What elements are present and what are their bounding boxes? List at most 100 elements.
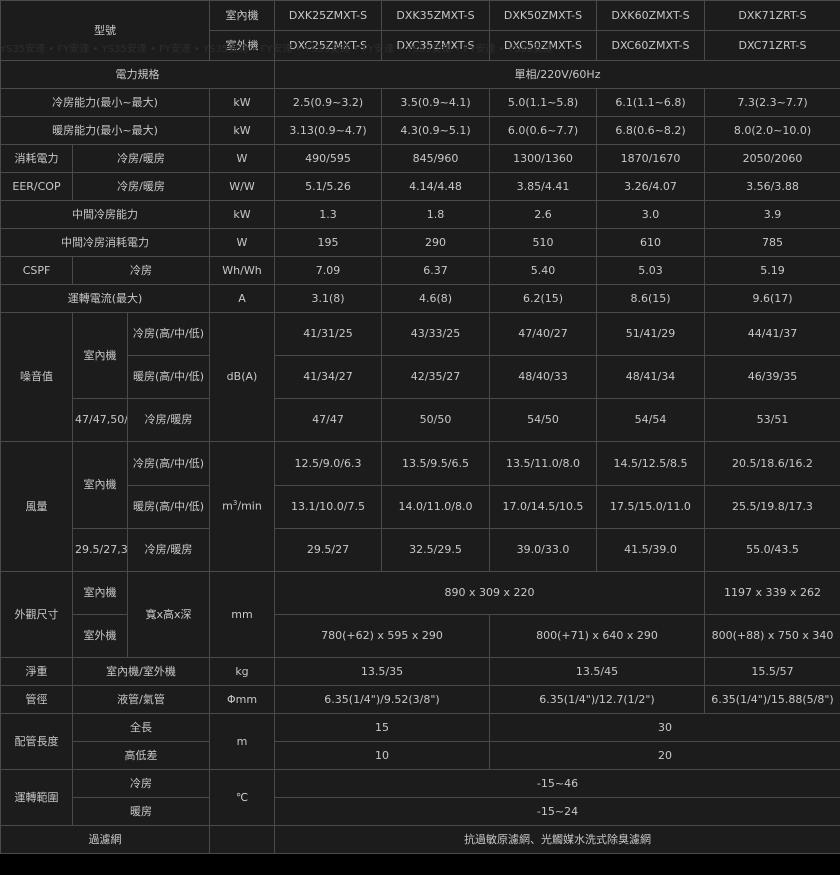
spec-value: 41/31/25	[274, 312, 382, 356]
spec-value: -15~24	[274, 797, 840, 826]
spec-value: -15~46	[274, 769, 840, 798]
spec-value: 51/41/29	[596, 312, 705, 356]
unit: kW	[209, 200, 275, 229]
indoor-unit-label: 室內機	[209, 0, 275, 31]
pipe-length-label: 配管長度	[0, 713, 73, 770]
indoor-model: DXK60ZMXT-S	[596, 0, 705, 31]
spec-value: 20	[489, 741, 840, 770]
heating-capacity-label: 暖房能力(最小~最大)	[0, 116, 210, 145]
spec-value: 29.5/27	[274, 528, 382, 572]
outdoor-unit-label: 室外機	[209, 30, 275, 61]
spec-table: 型號 室內機 DXK25ZMXT-S DXK35ZMXT-S DXK50ZMXT…	[0, 0, 840, 854]
spec-value: 48/40/33	[489, 355, 597, 399]
cspf-label: CSPF	[0, 256, 73, 285]
spec-value: 47/47	[274, 398, 382, 442]
spec-value: 1.8	[381, 200, 490, 229]
spec-value: 6.8(0.6~8.2)	[596, 116, 705, 145]
spec-value: 4.6(8)	[381, 284, 490, 313]
filter-label: 過濾網	[0, 825, 210, 854]
spec-value: 9.6(17)	[704, 284, 840, 313]
spec-value: 4.3(0.9~5.1)	[381, 116, 490, 145]
spec-value: 290	[381, 228, 490, 257]
spec-value: 32.5/29.5	[381, 528, 490, 572]
spec-value: 3.1(8)	[274, 284, 382, 313]
cool-hml-label: 冷房(高/中/低)	[127, 441, 210, 486]
spec-value: 780(+62) x 595 x 290	[274, 614, 490, 658]
spec-value: 3.56/3.88	[704, 172, 840, 201]
spec-value: 195	[274, 228, 382, 257]
spec-value: 610	[596, 228, 705, 257]
outdoor-model: DXC25ZMXT-S	[274, 30, 382, 61]
spec-value: 44/41/37	[704, 312, 840, 356]
spec-value: 1300/1360	[489, 144, 597, 173]
spec-value: 785	[704, 228, 840, 257]
spec-value: 890 x 309 x 220	[274, 571, 705, 615]
cooling-label: 冷房	[72, 769, 210, 798]
spec-value: 6.37	[381, 256, 490, 285]
outdoor-unit-label: 29.5/27,32.5/29.5,39.0/33.0,41.5/39.0,55…	[72, 528, 128, 572]
spec-value: 54/54	[596, 398, 705, 442]
outdoor-unit-label: 47/47,50/50,54/50,54/54,53/51	[72, 398, 128, 442]
spec-value: 845/960	[381, 144, 490, 173]
spec-value: 55.0/43.5	[704, 528, 840, 572]
spec-value: 42/35/27	[381, 355, 490, 399]
spec-value: 5.1/5.26	[274, 172, 382, 201]
unit: W/W	[209, 172, 275, 201]
spec-value: 2.5(0.9~3.2)	[274, 88, 382, 117]
spec-value: 6.2(15)	[489, 284, 597, 313]
running-current-label: 運轉電流(最大)	[0, 284, 210, 313]
heat-hml-label: 暖房(高/中/低)	[127, 485, 210, 529]
spec-value: 3.9	[704, 200, 840, 229]
power-consumption-label: 消耗電力	[0, 144, 73, 173]
weight-label: 淨重	[0, 657, 73, 686]
sub-label: 冷房/暖房	[72, 172, 210, 201]
spec-value: 3.0	[596, 200, 705, 229]
cooling-capacity-label: 冷房能力(最小~最大)	[0, 88, 210, 117]
spec-value: 6.1(1.1~6.8)	[596, 88, 705, 117]
sub-label: 冷房/暖房	[72, 144, 210, 173]
spec-value: 510	[489, 228, 597, 257]
spec-value: 2050/2060	[704, 144, 840, 173]
spec-value: 12.5/9.0/6.3	[274, 441, 382, 486]
unit: Φmm	[209, 685, 275, 714]
spec-value: 4.14/4.48	[381, 172, 490, 201]
spec-value: 47/40/27	[489, 312, 597, 356]
spec-value: 6.35(1/4")/12.7(1/2")	[489, 685, 705, 714]
spec-value: 抗過敏原濾網、光觸媒水洗式除臭濾網	[274, 825, 840, 854]
spec-value: 5.40	[489, 256, 597, 285]
spec-value: 41/34/27	[274, 355, 382, 399]
spec-value: 15	[274, 713, 490, 742]
noise-label: 噪音值	[0, 312, 73, 442]
spec-value: 7.09	[274, 256, 382, 285]
spec-value: 30	[489, 713, 840, 742]
unit: W	[209, 228, 275, 257]
airflow-unit: m3/min	[209, 441, 275, 572]
pipe-diameter-label: 管徑	[0, 685, 73, 714]
spec-value: 13.1/10.0/7.5	[274, 485, 382, 529]
spec-value: 3.85/4.41	[489, 172, 597, 201]
sub-label: 液管/氣管	[72, 685, 210, 714]
indoor-unit-label: 室內機	[72, 571, 128, 615]
heating-label: 暖房	[72, 797, 210, 826]
unit: kW	[209, 116, 275, 145]
spec-value: 14.5/12.5/8.5	[596, 441, 705, 486]
total-length-label: 全長	[72, 713, 210, 742]
heat-hml-label: 暖房(高/中/低)	[127, 355, 210, 399]
indoor-model: DXK50ZMXT-S	[489, 0, 597, 31]
unit: A	[209, 284, 275, 313]
cool-heat-label: 冷房/暖房	[127, 398, 210, 442]
spec-value: 6.35(1/4")/15.88(5/8")	[704, 685, 840, 714]
spec-value: 39.0/33.0	[489, 528, 597, 572]
spec-value: 490/595	[274, 144, 382, 173]
airflow-label: 風量	[0, 441, 73, 572]
mid-cooling-power-label: 中間冷房消耗電力	[0, 228, 210, 257]
spec-value: 1870/1670	[596, 144, 705, 173]
eer-cop-label: EER/COP	[0, 172, 73, 201]
spec-value: 43/33/25	[381, 312, 490, 356]
spec-value: 48/41/34	[596, 355, 705, 399]
cool-hml-label: 冷房(高/中/低)	[127, 312, 210, 356]
spec-value: 800(+88) x 750 x 340	[704, 614, 840, 658]
spec-value: 8.6(15)	[596, 284, 705, 313]
power-spec-label: 電力規格	[0, 60, 275, 89]
spec-value: 53/51	[704, 398, 840, 442]
